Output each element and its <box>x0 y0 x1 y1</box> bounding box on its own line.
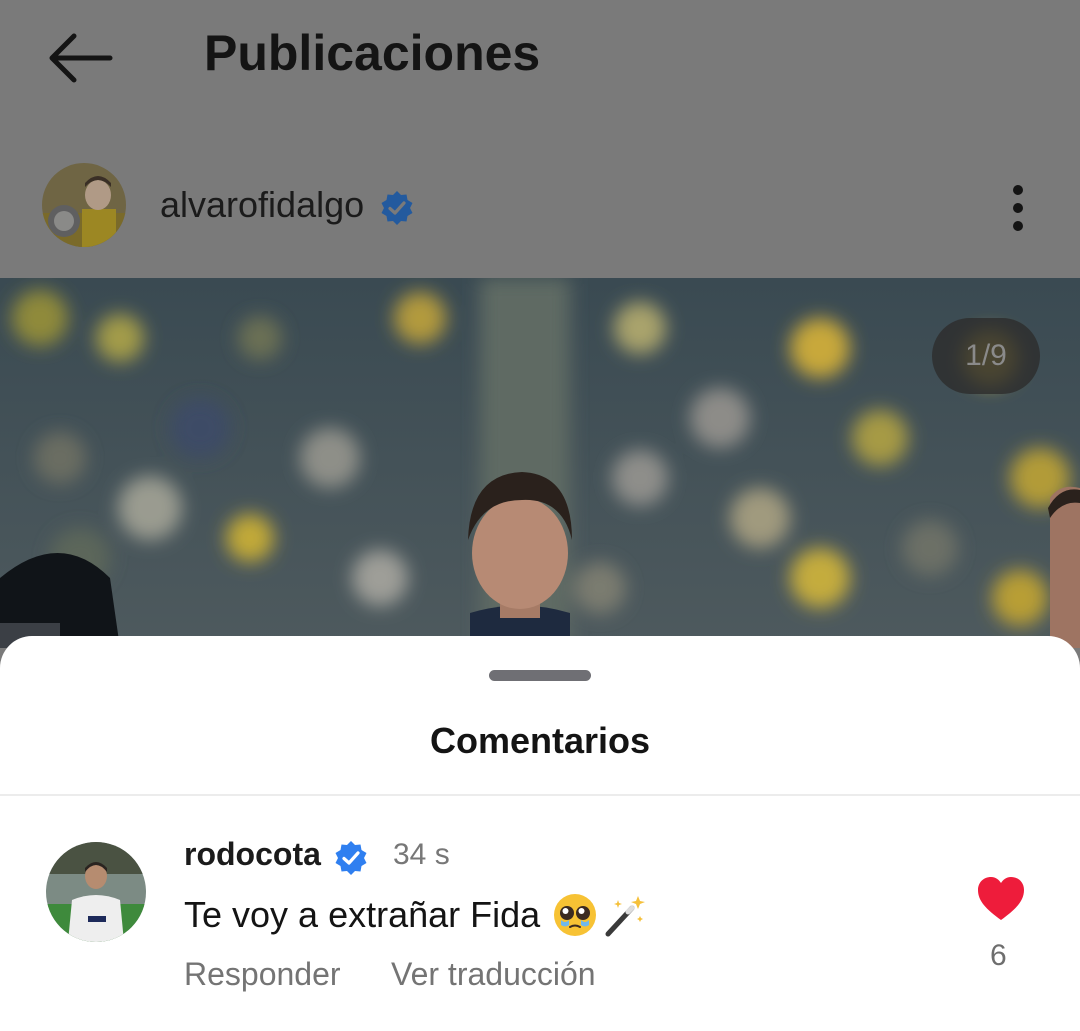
back-arrow-icon[interactable] <box>44 28 116 88</box>
verified-badge-icon <box>335 841 367 875</box>
pleading-face-emoji-icon <box>554 894 596 936</box>
post-photo[interactable] <box>0 278 1080 648</box>
commenter-avatar[interactable] <box>46 842 146 942</box>
commenter-username[interactable]: rodocota <box>184 836 321 873</box>
comment-text: Te voy a extrañar Fida <box>184 894 541 935</box>
post-author-row: alvarofidalgo <box>0 160 1080 256</box>
comments-sheet: Comentarios rodocota 34 s Te voy a extra… <box>0 636 1080 1031</box>
page-title: Publicaciones <box>204 25 541 81</box>
comment-timestamp: 34 s <box>393 838 450 871</box>
sheet-drag-handle[interactable] <box>489 670 591 681</box>
divider <box>0 794 1080 796</box>
see-translation-button[interactable]: Ver traducción <box>391 956 596 993</box>
more-options-icon[interactable] <box>1000 182 1036 234</box>
reply-button[interactable]: Responder <box>184 956 341 993</box>
comments-title: Comentarios <box>429 720 651 761</box>
author-avatar[interactable] <box>42 163 126 247</box>
author-username[interactable]: alvarofidalgo <box>160 184 364 226</box>
like-count: 6 <box>990 939 1007 972</box>
like-heart-icon[interactable] <box>976 876 1026 922</box>
magic-wand-emoji-icon <box>605 896 645 937</box>
top-bar: Publicaciones alvarofidalgo <box>0 0 1080 278</box>
image-counter: 1/9 <box>932 318 1040 394</box>
verified-badge-icon <box>381 191 413 225</box>
